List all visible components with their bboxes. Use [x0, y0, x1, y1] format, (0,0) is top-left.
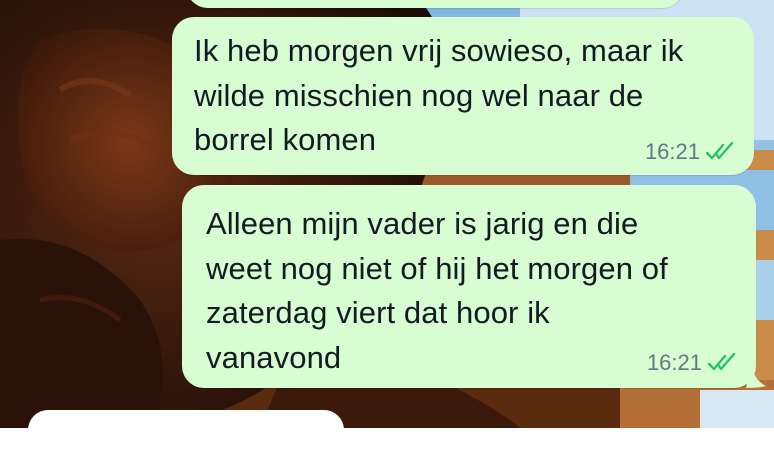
previous-message-bubble[interactable]: [186, 0, 684, 8]
message-timestamp: 16:21: [644, 139, 700, 164]
message-meta: 16:21: [645, 139, 736, 165]
double-check-icon: [706, 142, 736, 162]
incoming-message-bubble[interactable]: [28, 410, 344, 450]
message-bubble-outgoing[interactable]: Alleen mijn vader is jarig en die weet n…: [182, 185, 766, 388]
double-check-icon: [708, 353, 738, 373]
message-timestamp: 16:21: [646, 350, 702, 375]
bubble-tail: [746, 366, 766, 388]
message-meta: 16:21: [647, 350, 738, 376]
message-bubble-outgoing[interactable]: Ik heb morgen vrij sowieso, maar ik wild…: [172, 17, 754, 175]
